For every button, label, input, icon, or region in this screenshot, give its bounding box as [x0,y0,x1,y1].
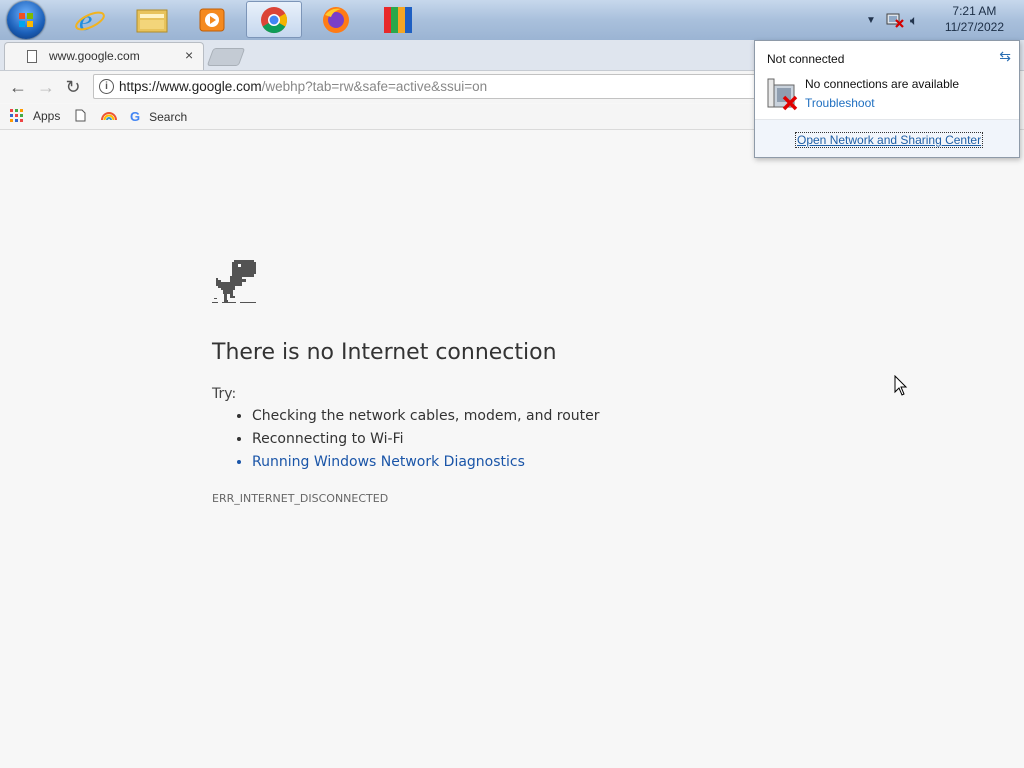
apps-grid-icon [10,109,23,122]
bookmark-google-search[interactable]: G Search [130,109,187,124]
back-arrow-icon[interactable]: ← [8,77,28,97]
new-tab-button[interactable] [206,48,246,66]
clock[interactable]: 7:21 AM 11/27/2022 [945,3,1004,35]
bookmark-search-label: Search [149,109,188,124]
browser-tab[interactable]: www.google.com × [4,42,204,70]
taskbar: e ▼ 🔈︎ 7:21 AM 11/27/2022 [0,0,1024,41]
google-g-icon: G [130,109,141,124]
flyout-footer: Open Network and Sharing Center [755,120,1019,157]
close-tab-icon[interactable]: × [185,47,193,63]
taskbar-media-player[interactable] [184,1,240,38]
url-host: https://www.google.com [119,79,262,94]
tab-title: www.google.com [49,49,140,63]
url-path: /webhp?tab=rw&safe=active&ssui=on [261,79,488,94]
clock-time: 7:21 AM [952,4,997,18]
clock-date: 11/27/2022 [944,20,1004,34]
page-icon [27,50,37,63]
firefox-icon [323,6,349,33]
page-icon [75,109,86,122]
dinosaur-icon [212,260,256,303]
taskbar-avg[interactable] [370,1,426,38]
forward-arrow-icon[interactable]: → [36,77,56,97]
chrome-icon [261,6,288,33]
windows-flag-icon [19,13,33,27]
bookmark-apps[interactable]: Apps [10,109,60,123]
bookmark-apps-label: Apps [33,109,61,123]
system-tray: ▼ 🔈︎ [866,0,918,40]
bookmark-blank-page[interactable] [75,109,86,122]
refresh-icon[interactable]: ⇆ [999,48,1011,65]
suggestion-list: Checking the network cables, modem, and … [212,405,600,474]
volume-icon[interactable]: 🔈︎ [910,12,918,29]
internet-explorer-icon: e [75,4,105,36]
network-disconnected-icon[interactable] [886,12,904,28]
suggestion-reconnect-wifi: Reconnecting to Wi-Fi [252,428,600,451]
taskbar-firefox[interactable] [308,1,364,38]
error-title: There is no Internet connection [212,340,557,365]
show-hidden-icons-icon[interactable]: ▼ [866,15,876,26]
taskbar-windows-explorer[interactable] [124,1,180,38]
mouse-cursor-icon [894,375,908,396]
address-bar[interactable]: i https://www.google.com/webhp?tab=rw&sa… [93,74,793,99]
troubleshoot-link[interactable]: Troubleshoot [805,96,875,110]
try-label: Try: [212,386,237,402]
folder-icon [136,9,168,32]
run-network-diagnostics-link[interactable]: Running Windows Network Diagnostics [252,451,600,474]
error-code: ERR_INTERNET_DISCONNECTED [212,492,389,505]
reload-icon[interactable]: ↻ [63,77,83,97]
bookmark-rainbow[interactable] [101,109,117,121]
network-flyout: Not connected ⇆ No connections are avail… [754,40,1020,158]
start-button[interactable] [7,1,45,39]
rainbow-icon [101,112,117,121]
flyout-header: Not connected [767,52,845,66]
taskbar-internet-explorer[interactable]: e [62,1,118,38]
taskbar-chrome[interactable] [246,1,302,38]
network-error-icon [767,78,798,111]
info-icon[interactable]: i [99,79,114,94]
open-network-center-link[interactable]: Open Network and Sharing Center [795,132,984,148]
url-text[interactable]: https://www.google.com/webhp?tab=rw&safe… [119,79,487,94]
media-player-icon [199,8,225,31]
connection-status: No connections are available [805,77,960,91]
suggestion-check-cables: Checking the network cables, modem, and … [252,405,600,428]
avg-icon [384,6,412,33]
